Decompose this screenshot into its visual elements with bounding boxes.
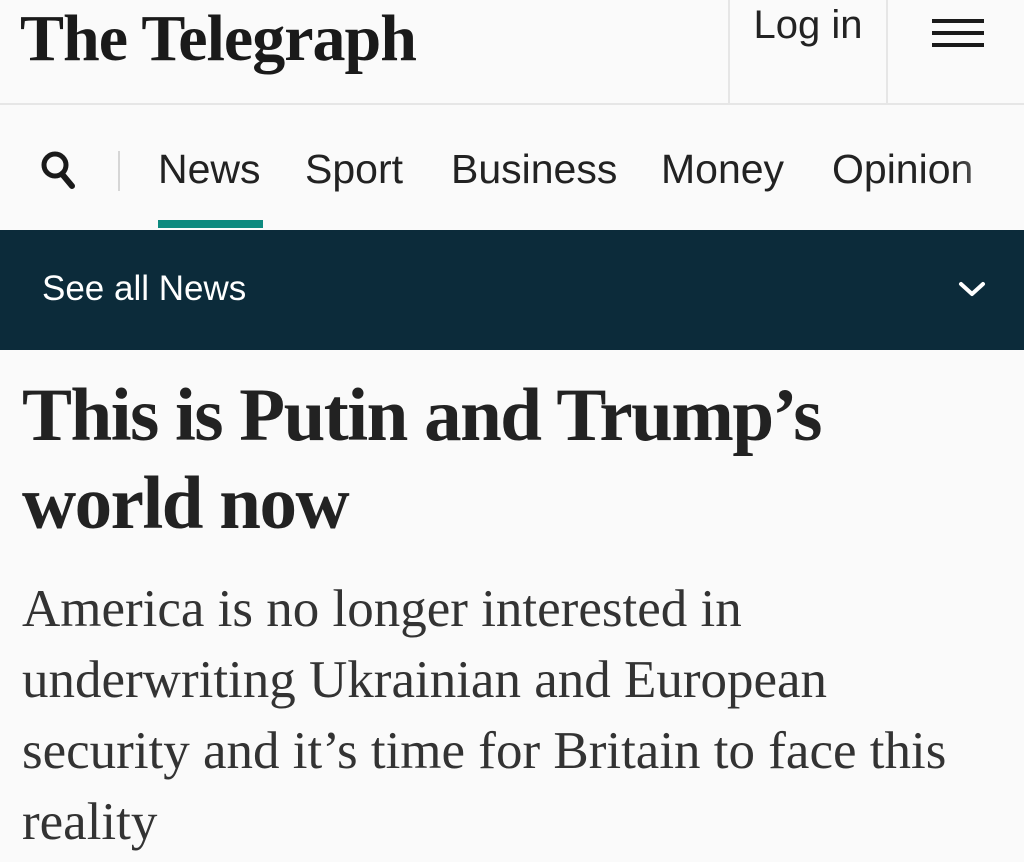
hamburger-menu-icon-bar: [932, 31, 984, 35]
nav-divider: [118, 151, 120, 191]
search-icon: [41, 151, 75, 189]
see-all-news-bar[interactable]: See all News: [0, 230, 1024, 350]
nav-item-money[interactable]: Money: [661, 145, 784, 194]
nav-item-business[interactable]: Business: [451, 145, 617, 194]
nav-item-opinion[interactable]: Opinion: [832, 145, 973, 194]
active-nav-indicator: [158, 220, 263, 228]
menu-button[interactable]: [888, 0, 1024, 103]
nav-scroll-fade: [954, 135, 1024, 205]
nav-item-news[interactable]: News: [158, 145, 261, 194]
see-all-news-label: See all News: [42, 269, 247, 308]
nav-item-sport[interactable]: Sport: [305, 145, 403, 194]
telegraph-logo[interactable]: The Telegraph: [20, 6, 417, 72]
hamburger-menu-icon: [932, 19, 984, 23]
search-button[interactable]: [40, 150, 76, 195]
site-header: The Telegraph Log in: [0, 0, 1024, 105]
login-button[interactable]: Log in: [728, 0, 888, 103]
login-label: Log in: [753, 3, 863, 47]
article-headline: This is Putin and Trump’s world now: [22, 374, 822, 545]
chevron-down-icon: [959, 282, 985, 296]
section-nav: News Sport Business Money Opinion: [0, 105, 1024, 232]
article-standfirst: America is no longer interested in under…: [22, 580, 947, 851]
hamburger-menu-icon-bar: [932, 43, 984, 47]
